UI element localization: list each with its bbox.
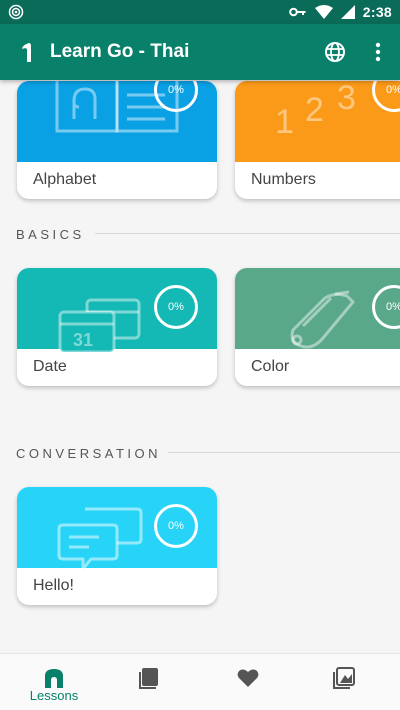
lesson-card-alphabet[interactable]: 0% Alphabet [17, 81, 217, 199]
lesson-card-color[interactable]: 0% Color [235, 268, 400, 386]
nav-favorites[interactable] [198, 654, 298, 710]
wifi-icon [314, 5, 333, 19]
card-label: Date [33, 358, 67, 375]
progress-badge: 0% [154, 285, 198, 329]
battery-signal-icon [340, 5, 355, 19]
section-title-conversation: CONVERSATION [16, 446, 162, 461]
flashcard-icon [333, 667, 355, 689]
card-label: Alphabet [33, 171, 97, 188]
date-art-number: 31 [73, 330, 93, 350]
section-title-basics: BASICS [16, 227, 85, 242]
section-divider [95, 233, 400, 234]
vpn-key-icon [288, 7, 306, 17]
status-bar: 2:38 [0, 0, 400, 24]
numbers-art-3: 3 [337, 81, 356, 117]
nav-flashcards[interactable] [294, 654, 394, 710]
lessons-list[interactable]: 0% Alphabet 1 2 3 0% Numbers BASICS [0, 80, 400, 653]
lesson-card-hello[interactable]: 0% Hello! [17, 487, 217, 605]
clock: 2:38 [362, 4, 392, 20]
card-image: 0% [17, 487, 217, 571]
app-bar: Learn Go - Thai [0, 24, 400, 80]
card-image: 0% [235, 268, 400, 349]
section-divider [168, 452, 400, 453]
nav-lessons[interactable]: Lessons [4, 654, 104, 710]
card-image: 0% [17, 81, 217, 162]
lesson-card-numbers[interactable]: 1 2 3 0% Numbers [235, 81, 400, 199]
lessons-icon [45, 669, 63, 688]
hotspot-icon [8, 4, 24, 20]
card-image: 31 0% [17, 268, 217, 354]
numbers-art-2: 2 [305, 91, 324, 129]
numbers-art-1: 1 [275, 103, 294, 141]
lesson-card-date[interactable]: 31 0% Date [17, 268, 217, 386]
heart-icon [237, 669, 259, 687]
nav-book[interactable] [100, 654, 200, 710]
card-label: Numbers [251, 171, 316, 188]
card-label: Color [251, 358, 290, 375]
book-icon [139, 668, 158, 689]
progress-badge: 0% [154, 504, 198, 548]
card-image: 1 2 3 0% [235, 81, 400, 162]
nav-label-lessons: Lessons [29, 688, 79, 703]
bottom-navigation: Lessons [0, 653, 400, 710]
more-options-icon[interactable] [368, 40, 388, 64]
card-label: Hello! [33, 577, 74, 594]
language-globe-icon[interactable] [323, 40, 347, 64]
app-title: Learn Go - Thai [50, 41, 190, 62]
app-logo-icon [22, 43, 31, 62]
